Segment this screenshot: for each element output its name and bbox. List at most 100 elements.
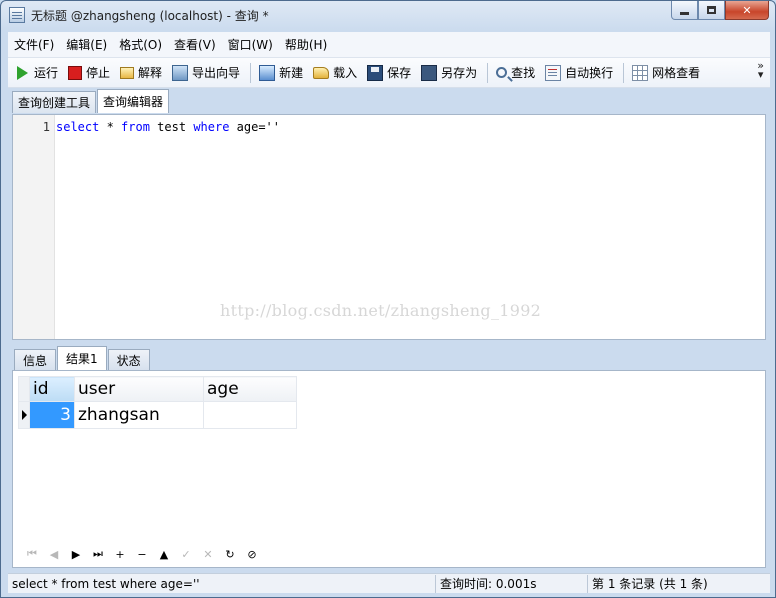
maximize-icon [707, 6, 716, 14]
menu-file[interactable]: 文件(F) [14, 36, 54, 53]
run-label: 运行 [34, 66, 59, 80]
first-record-icon[interactable]: ⏮ [21, 546, 43, 562]
add-record-icon[interactable]: + [109, 546, 131, 562]
load-label: 载入 [333, 66, 358, 80]
close-icon: ✕ [742, 3, 752, 17]
new-query-icon [259, 64, 276, 81]
record-navigation-bar: ⏮ ◀ ▶ ⏭ + − ▲ ✓ ✕ ↻ ⊘ [21, 546, 263, 562]
result-table: id user age 3 zhangsan [18, 376, 297, 429]
sql-code-line[interactable]: select * from test where age='' [56, 120, 280, 134]
export-icon [172, 64, 189, 81]
word-wrap-button[interactable]: 自动换行 [545, 64, 613, 81]
watermark: http://blog.csdn.net/zhangsheng_1992 [220, 301, 542, 320]
next-record-icon[interactable]: ▶ [65, 546, 87, 562]
delete-record-icon[interactable]: − [131, 546, 153, 562]
result-grid-panel: id user age 3 zhangsan ⏮ ◀ ▶ ⏭ + − ▲ ✓ ✕… [12, 370, 766, 568]
maximize-button[interactable] [698, 1, 725, 20]
sql-text: age='' [229, 120, 281, 134]
search-icon [496, 67, 508, 78]
toolbar-overflow-button[interactable]: » ▾ [757, 60, 764, 81]
status-record-count: 第 1 条记录 (共 1 条) [592, 577, 708, 591]
folder-open-icon [313, 66, 330, 79]
menu-format[interactable]: 格式(O) [119, 36, 162, 53]
word-wrap-icon [545, 64, 562, 81]
status-query-text: select * from test where age='' [8, 574, 436, 593]
table-row[interactable]: 3 zhangsan [18, 401, 297, 429]
save-button[interactable]: 保存 [367, 64, 411, 81]
menu-window[interactable]: 窗口(W) [228, 36, 273, 53]
refresh-icon[interactable]: ↻ [219, 546, 241, 562]
minimize-button[interactable] [671, 1, 698, 20]
toolbar-separator [250, 62, 252, 83]
new-query-button[interactable]: 新建 [259, 64, 303, 81]
toolbar: 运行 停止 解释 导出向导 新建 载入 保存 另存为 查找 自动换行 网格查看 … [8, 58, 770, 88]
table-header-row: id user age [18, 376, 297, 402]
save-icon [367, 64, 384, 81]
sql-keyword: select [56, 120, 100, 134]
tab-result-1[interactable]: 结果1 [57, 346, 107, 370]
run-button[interactable]: 运行 [14, 64, 58, 81]
menu-help[interactable]: 帮助(H) [285, 36, 327, 53]
navicat-query-window: 无标题 @zhangsheng (localhost) - 查询 * ✕ 文件(… [0, 0, 776, 598]
close-button[interactable]: ✕ [725, 1, 769, 20]
toolbar-separator [487, 62, 489, 83]
sql-text: test [149, 120, 194, 134]
save-as-button[interactable]: 另存为 [421, 64, 477, 81]
status-bar: select * from test where age='' 查询时间: 0.… [8, 573, 770, 593]
grid-view-label: 网格查看 [652, 66, 701, 80]
editor-tab-strip: 查询创建工具 查询编辑器 [8, 89, 770, 113]
play-icon [17, 65, 28, 80]
line-number-gutter: 1 [13, 115, 55, 339]
menu-view[interactable]: 查看(V) [174, 36, 216, 53]
move-up-icon[interactable]: ▲ [153, 546, 175, 562]
word-wrap-label: 自动换行 [565, 66, 614, 80]
stop-icon [68, 65, 83, 80]
minimize-icon [680, 11, 689, 15]
menu-bar: 文件(F) 编辑(E) 格式(O) 查看(V) 窗口(W) 帮助(H) [8, 32, 770, 58]
stop-button[interactable]: 停止 [68, 64, 110, 81]
current-row-arrow-icon [22, 410, 27, 420]
menu-edit[interactable]: 编辑(E) [66, 36, 107, 53]
column-header-user[interactable]: user [74, 376, 204, 402]
row-indicator-header [18, 376, 30, 402]
apply-changes-icon[interactable]: ✓ [175, 546, 197, 562]
save-as-label: 另存为 [441, 66, 478, 80]
grid-icon [632, 64, 649, 81]
tab-info[interactable]: 信息 [14, 349, 57, 370]
cancel-icon[interactable]: ⊘ [241, 546, 263, 562]
row-indicator[interactable] [18, 401, 30, 429]
query-window-icon [9, 7, 25, 23]
sql-editor[interactable]: 1 select * from test where age='' http:/… [12, 114, 766, 340]
stop-label: 停止 [86, 66, 111, 80]
explain-label: 解释 [138, 66, 163, 80]
save-label: 保存 [387, 66, 412, 80]
cell-id[interactable]: 3 [29, 401, 75, 429]
last-record-icon[interactable]: ⏭ [87, 546, 109, 562]
tab-status[interactable]: 状态 [107, 349, 150, 370]
find-button[interactable]: 查找 [496, 64, 535, 81]
window-title: 无标题 @zhangsheng (localhost) - 查询 * [31, 8, 269, 23]
column-header-age[interactable]: age [203, 376, 297, 402]
line-number: 1 [42, 120, 50, 134]
title-bar[interactable]: 无标题 @zhangsheng (localhost) - 查询 * ✕ [1, 1, 775, 29]
chevron-down-icon: ▾ [757, 68, 764, 81]
find-label: 查找 [511, 66, 536, 80]
export-wizard-button[interactable]: 导出向导 [172, 64, 240, 81]
status-query-time: 查询时间: 0.001s [436, 574, 588, 593]
result-tab-strip: 信息 结果1 状态 [12, 346, 766, 370]
column-header-id[interactable]: id [29, 376, 75, 402]
load-button[interactable]: 载入 [313, 64, 357, 81]
window-controls: ✕ [671, 1, 769, 20]
tab-query-editor[interactable]: 查询编辑器 [97, 89, 170, 113]
previous-record-icon[interactable]: ◀ [43, 546, 65, 562]
cell-user[interactable]: zhangsan [74, 401, 204, 429]
cell-age[interactable] [203, 401, 297, 429]
grid-view-button[interactable]: 网格查看 [632, 64, 700, 81]
explain-button[interactable]: 解释 [120, 64, 162, 81]
toolbar-separator [623, 62, 625, 83]
save-as-icon [421, 64, 438, 81]
discard-changes-icon[interactable]: ✕ [197, 546, 219, 562]
sql-text: * [99, 120, 122, 134]
tab-query-builder[interactable]: 查询创建工具 [12, 91, 97, 113]
export-wizard-label: 导出向导 [192, 66, 241, 80]
